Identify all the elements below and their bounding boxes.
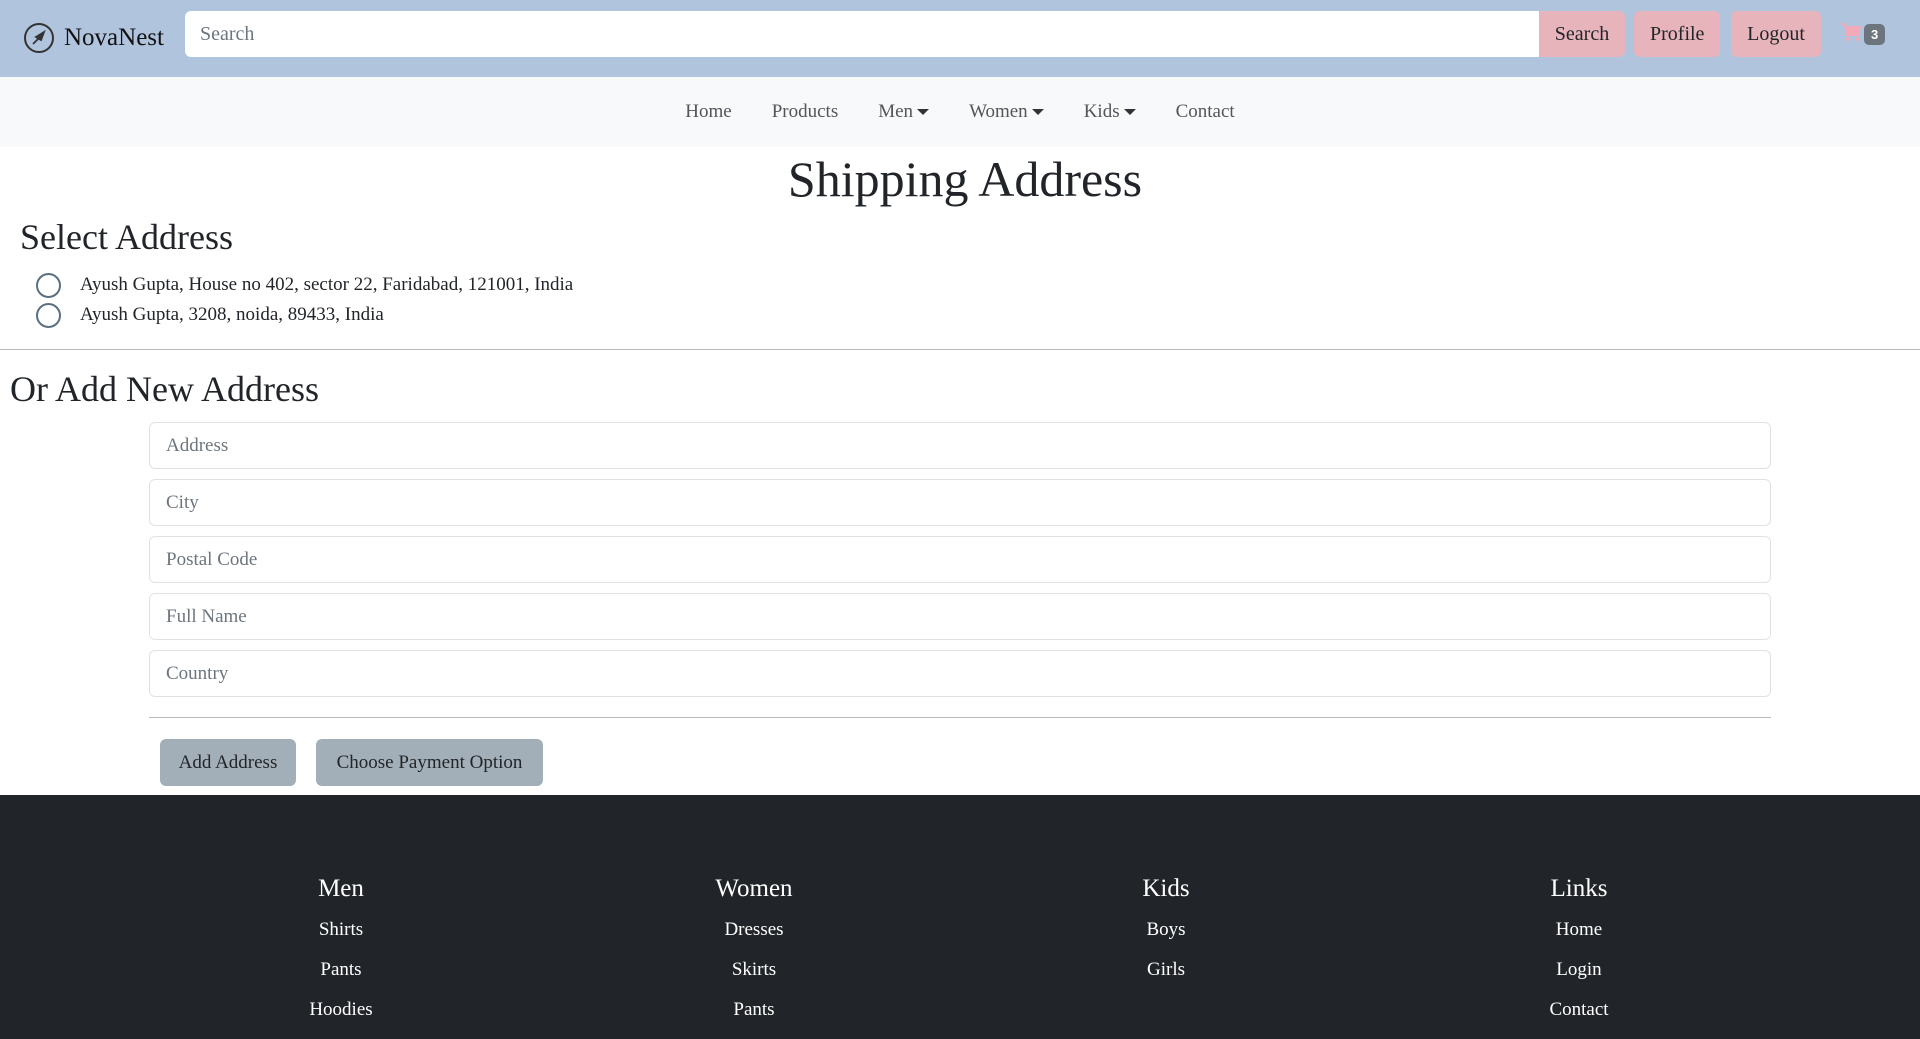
choose-payment-button[interactable]: Choose Payment Option [316, 739, 543, 786]
caret-down-icon [1031, 109, 1044, 115]
footer-link[interactable]: Pants [604, 985, 904, 1035]
category-nav: Home Products Men Women Kids Contact [0, 77, 1920, 147]
add-address-button[interactable]: Add Address [160, 739, 296, 786]
divider [0, 349, 1920, 350]
full-name-field[interactable] [149, 593, 1771, 640]
address-radio[interactable] [36, 272, 61, 298]
address-option[interactable]: Ayush Gupta, 3208, noida, 89433, India [36, 300, 573, 330]
footer-link[interactable]: Hoodies [191, 985, 491, 1035]
footer-link[interactable]: Girls [1016, 945, 1316, 995]
new-address-title: Or Add New Address [10, 369, 319, 409]
caret-down-icon [1123, 109, 1136, 115]
profile-button[interactable]: Profile [1634, 11, 1720, 57]
footer-heading: Links [1550, 875, 1608, 902]
page-title: Shipping Address [787, 151, 1143, 207]
select-address-title: Select Address [20, 217, 233, 257]
address-option[interactable]: Ayush Gupta, House no 402, sector 22, Fa… [36, 270, 573, 300]
footer-heading: Women [715, 875, 793, 902]
brand-name: NovaNest [64, 24, 164, 51]
footer-col-men: Men Shirts Pants Hoodies [191, 795, 491, 1035]
address-label: Ayush Gupta, 3208, noida, 89433, India [80, 304, 384, 325]
cart-count-badge: 3 [1864, 24, 1886, 45]
postal-code-field[interactable] [149, 536, 1771, 583]
caret-down-icon [917, 109, 930, 115]
address-label: Ayush Gupta, House no 402, sector 22, Fa… [80, 274, 574, 295]
top-navbar: NovaNest Search Profile Logout 3 [0, 0, 1920, 77]
nav-men-dropdown[interactable]: Men [858, 101, 949, 123]
nav-home-label: Home [685, 101, 732, 122]
brand[interactable]: NovaNest [24, 20, 164, 56]
footer-link[interactable]: Contact [1429, 985, 1729, 1035]
footer-col-links: Links Home Login Contact [1429, 795, 1729, 1035]
nav-women-dropdown[interactable]: Women [949, 101, 1064, 123]
nav-contact[interactable]: Contact [1156, 101, 1255, 123]
address-field[interactable] [149, 422, 1771, 469]
footer-col-women: Women Dresses Skirts Pants [604, 795, 904, 1035]
form-divider [149, 717, 1771, 718]
footer-heading: Men [318, 875, 364, 902]
footer-heading: Kids [1142, 875, 1190, 902]
cart-icon [1840, 22, 1862, 47]
logout-button[interactable]: Logout [1731, 11, 1821, 57]
new-address-form [149, 422, 1771, 707]
nav-home[interactable]: Home [665, 101, 751, 123]
cart-link[interactable]: 3 [1840, 22, 1886, 47]
footer-col-kids: Kids Boys Girls [1016, 795, 1316, 995]
country-field[interactable] [149, 650, 1771, 697]
nav-products-label: Products [771, 101, 839, 122]
nav-products[interactable]: Products [752, 101, 859, 123]
rocket-icon [24, 23, 54, 53]
nav-kids-dropdown[interactable]: Kids [1064, 101, 1156, 123]
search-form: Search [185, 11, 1625, 57]
nav-contact-label: Contact [1175, 101, 1235, 122]
search-input[interactable] [185, 11, 1539, 57]
nav-men-label: Men [878, 101, 914, 122]
address-list: Ayush Gupta, House no 402, sector 22, Fa… [36, 270, 573, 330]
nav-women-label: Women [969, 101, 1028, 122]
search-button[interactable]: Search [1539, 11, 1625, 57]
city-field[interactable] [149, 479, 1771, 526]
address-radio[interactable] [36, 302, 61, 328]
nav-kids-label: Kids [1083, 101, 1120, 122]
footer: Men Shirts Pants Hoodies Women Dresses S… [0, 795, 1920, 1039]
